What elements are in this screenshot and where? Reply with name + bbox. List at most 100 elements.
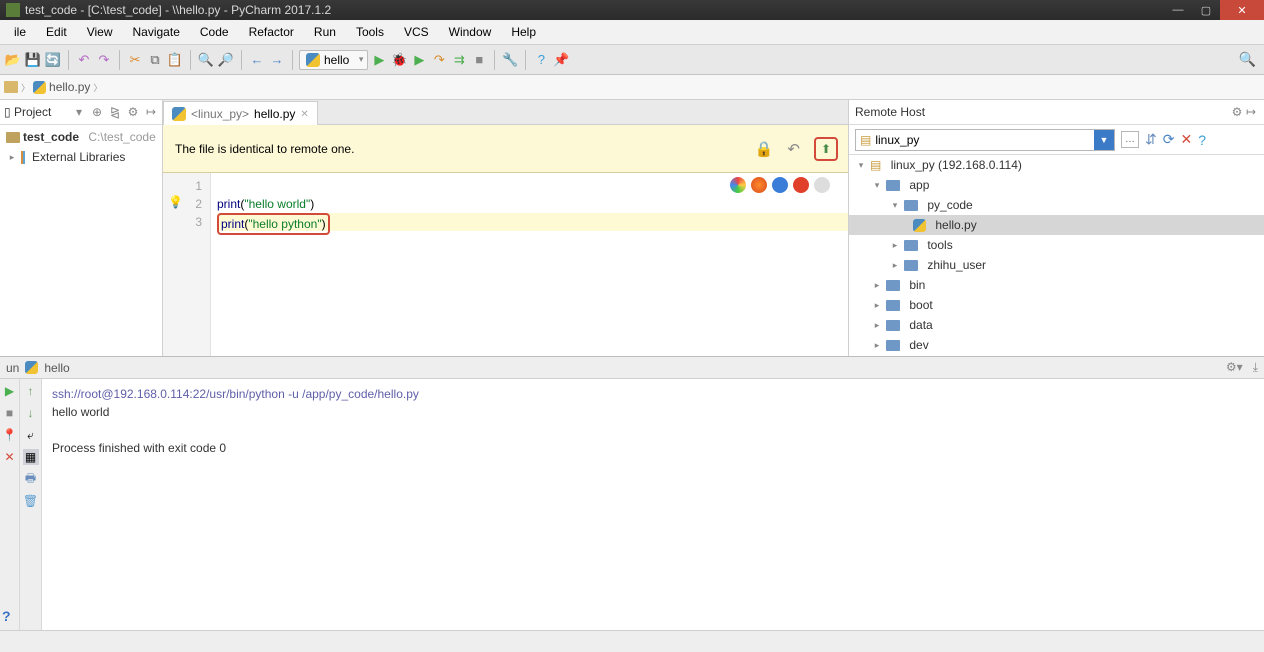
code-editor[interactable]: 123 💡 print("hello world") print("hello … bbox=[163, 173, 848, 356]
cut-icon[interactable]: ✂ bbox=[126, 51, 144, 69]
remote-folder-zhihu[interactable]: ▸ zhihu_user bbox=[849, 255, 1264, 275]
find-icon[interactable]: 🔍 bbox=[197, 51, 215, 69]
undo-icon[interactable]: ↶ bbox=[75, 51, 93, 69]
breadcrumb-file[interactable]: hello.py bbox=[49, 80, 90, 94]
pin-icon[interactable]: 📌 bbox=[552, 51, 570, 69]
firefox-icon[interactable] bbox=[751, 177, 767, 193]
close-tab-icon[interactable]: ✕ bbox=[300, 109, 308, 120]
chrome-icon[interactable] bbox=[730, 177, 746, 193]
opera-icon[interactable] bbox=[793, 177, 809, 193]
close-icon[interactable]: ✕ bbox=[2, 449, 18, 465]
forward-icon[interactable]: → bbox=[268, 51, 286, 69]
remote-folder-bin[interactable]: ▸ bin bbox=[849, 275, 1264, 295]
gear-icon[interactable]: ⚙▾ bbox=[1226, 360, 1243, 375]
revert-icon[interactable]: ↶ bbox=[787, 140, 800, 158]
window-title: test_code - [C:\test_code] - \\hello.py … bbox=[25, 3, 331, 17]
menu-window[interactable]: Window bbox=[439, 25, 502, 39]
console-output[interactable]: ssh://root@192.168.0.114:22/usr/bin/pyth… bbox=[42, 379, 1264, 630]
upload-button[interactable]: ⬆ bbox=[814, 137, 838, 161]
target-icon[interactable]: ⊕ bbox=[90, 105, 104, 119]
search-icon[interactable]: 🔍 bbox=[1239, 51, 1256, 68]
save-icon[interactable]: 💾 bbox=[24, 51, 42, 69]
remote-folder-app[interactable]: ▾ app bbox=[849, 175, 1264, 195]
download-icon[interactable]: ⤓ bbox=[1253, 360, 1258, 375]
remote-folder-tools[interactable]: ▸ tools bbox=[849, 235, 1264, 255]
external-libraries[interactable]: ▸ External Libraries bbox=[0, 147, 162, 167]
help-button[interactable]: ? bbox=[2, 608, 11, 624]
menu-edit[interactable]: Edit bbox=[36, 25, 77, 39]
print-icon[interactable]: 🖶 bbox=[23, 471, 39, 487]
menu-refactor[interactable]: Refactor bbox=[239, 25, 304, 39]
minimize-button[interactable]: — bbox=[1164, 0, 1192, 20]
disconnect-icon[interactable]: ✕ bbox=[1180, 131, 1192, 148]
root-path: C:\test_code bbox=[88, 130, 155, 144]
host-select[interactable]: ▤ linux_py ▼ bbox=[855, 129, 1115, 151]
more-button[interactable]: … bbox=[1121, 131, 1139, 148]
gear-icon[interactable]: ⚙ bbox=[126, 105, 140, 119]
menu-view[interactable]: View bbox=[77, 25, 123, 39]
hide-icon[interactable]: ↦ bbox=[144, 105, 158, 119]
paste-icon[interactable]: 📋 bbox=[166, 51, 184, 69]
redo-icon[interactable]: ↷ bbox=[95, 51, 113, 69]
run-tab-name[interactable]: hello bbox=[44, 361, 69, 375]
debug-icon[interactable]: 🐞 bbox=[390, 51, 408, 69]
pin-icon[interactable]: 📍 bbox=[2, 427, 18, 443]
profile-icon[interactable]: ↷ bbox=[430, 51, 448, 69]
close-button[interactable]: ✕ bbox=[1220, 0, 1264, 20]
help-icon[interactable]: ? bbox=[532, 51, 550, 69]
menu-code[interactable]: Code bbox=[190, 25, 239, 39]
folder-icon bbox=[904, 260, 918, 271]
coverage-icon[interactable]: ▶ bbox=[410, 51, 428, 69]
copy-icon[interactable]: ⧉ bbox=[146, 51, 164, 69]
safari-icon[interactable] bbox=[772, 177, 788, 193]
editor-tab[interactable]: <linux_py> hello.py ✕ bbox=[163, 101, 318, 126]
stop-icon[interactable]: ■ bbox=[470, 51, 488, 69]
menu-navigate[interactable]: Navigate bbox=[123, 25, 190, 39]
wrap-icon[interactable]: ⤶ bbox=[23, 427, 39, 443]
editor-tabs: <linux_py> hello.py ✕ bbox=[163, 100, 848, 125]
hide-icon[interactable]: ↦ bbox=[1244, 105, 1258, 119]
ie-icon[interactable] bbox=[814, 177, 830, 193]
bulb-icon[interactable]: 💡 bbox=[168, 195, 183, 209]
menu-vcs[interactable]: VCS bbox=[394, 25, 439, 39]
project-root[interactable]: test_code C:\test_code bbox=[0, 127, 162, 147]
menu-file[interactable]: ile bbox=[4, 25, 36, 39]
menu-bar: ile Edit View Navigate Code Refactor Run… bbox=[0, 20, 1264, 45]
replace-icon[interactable]: 🔎 bbox=[217, 51, 235, 69]
menu-run[interactable]: Run bbox=[304, 25, 346, 39]
help-icon[interactable]: ? bbox=[1198, 132, 1206, 148]
console-exit: Process finished with exit code 0 bbox=[52, 439, 1254, 457]
chevron-down-icon[interactable]: ▼ bbox=[1094, 130, 1114, 150]
sync-icon[interactable]: 🔄 bbox=[44, 51, 62, 69]
down-icon[interactable]: ↓ bbox=[23, 405, 39, 421]
remote-file-hello[interactable]: hello.py bbox=[849, 215, 1264, 235]
settings-icon[interactable]: 🔧 bbox=[501, 51, 519, 69]
maximize-button[interactable]: ▢ bbox=[1192, 0, 1220, 20]
chevron-down-icon[interactable]: ▾ bbox=[72, 105, 86, 119]
gear-icon[interactable]: ⚙ bbox=[1230, 105, 1244, 119]
menu-help[interactable]: Help bbox=[501, 25, 546, 39]
code-area[interactable]: print("hello world") print("hello python… bbox=[211, 173, 848, 356]
status-bar bbox=[0, 630, 1264, 652]
concurrent-icon[interactable]: ⇉ bbox=[450, 51, 468, 69]
remote-folder-data[interactable]: ▸ data bbox=[849, 315, 1264, 335]
lock-icon[interactable]: 🔒 bbox=[755, 140, 774, 158]
stop-icon[interactable]: ■ bbox=[2, 405, 18, 421]
filter-icon[interactable]: ⇵ bbox=[1145, 131, 1157, 148]
remote-folder-boot[interactable]: ▸ boot bbox=[849, 295, 1264, 315]
menu-tools[interactable]: Tools bbox=[346, 25, 394, 39]
remote-folder-pycode[interactable]: ▾ py_code bbox=[849, 195, 1264, 215]
refresh-icon[interactable]: ⟳ bbox=[1163, 131, 1175, 148]
open-icon[interactable]: 📂 bbox=[4, 51, 22, 69]
remote-root[interactable]: ▾▤ linux_py (192.168.0.114) bbox=[849, 155, 1264, 175]
run-config-select[interactable]: hello bbox=[299, 50, 368, 70]
remote-folder-dev[interactable]: ▸ dev bbox=[849, 335, 1264, 355]
scroll-icon[interactable]: ▦ bbox=[23, 449, 39, 465]
folder-icon[interactable] bbox=[4, 81, 18, 93]
collapse-icon[interactable]: ⧎ bbox=[108, 105, 122, 119]
run-icon[interactable]: ▶ bbox=[370, 51, 388, 69]
trash-icon[interactable]: 🗑 bbox=[23, 493, 39, 509]
back-icon[interactable]: ← bbox=[248, 51, 266, 69]
rerun-icon[interactable]: ▶ bbox=[2, 383, 18, 399]
up-icon[interactable]: ↑ bbox=[23, 383, 39, 399]
